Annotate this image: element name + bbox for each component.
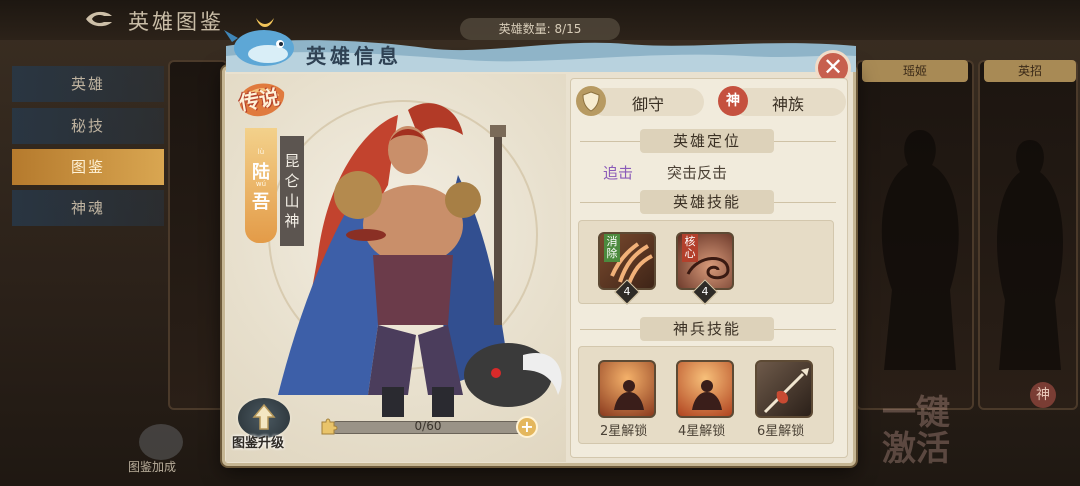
whale-mascot-icon xyxy=(224,18,294,66)
divine-badge-icon: 神 xyxy=(1030,382,1056,408)
divine-race-icon: 神 xyxy=(718,86,748,116)
back-arrow-icon[interactable] xyxy=(82,6,116,32)
modal-title: 英雄信息 xyxy=(306,44,402,68)
shield-icon xyxy=(576,86,606,116)
codex-progress-label: 0/60 xyxy=(414,419,442,433)
bg-card-label: 英招 xyxy=(984,60,1076,82)
position-section-header: 英雄定位 xyxy=(640,129,774,153)
skill-level-text: 4 xyxy=(623,285,631,298)
meditating-figure-icon[interactable] xyxy=(676,360,734,418)
bg-hero-card xyxy=(168,60,228,410)
codex-upgrade-label[interactable]: 图鉴升级 xyxy=(232,432,284,451)
skill-level-text: 4 xyxy=(701,285,709,298)
weapon-skills-header: 神兵技能 xyxy=(640,317,774,341)
page-title: 英雄图鉴 xyxy=(128,10,224,34)
tab-divine-soul[interactable]: 神魂 xyxy=(12,190,164,226)
puzzle-piece-icon xyxy=(321,418,338,435)
spear-strike-icon[interactable] xyxy=(755,360,813,418)
codex-bonus-icon[interactable] xyxy=(139,424,183,460)
bg-hero-silhouette xyxy=(881,130,959,370)
add-progress-button[interactable]: + xyxy=(516,416,538,438)
weapon-skill-unlock-label: 2星解锁 xyxy=(600,424,648,439)
race-tag-label: 神族 xyxy=(772,95,805,114)
weapon-skill-unlock-label: 6星解锁 xyxy=(757,424,805,439)
upgrade-arrow-icon xyxy=(252,403,276,430)
hero-skills-header: 英雄技能 xyxy=(640,190,774,214)
codex-bonus-label[interactable]: 图鉴加成 xyxy=(128,458,176,475)
tab-hero[interactable]: 英雄 xyxy=(12,66,164,102)
weapon-skill-unlock-label: 4星解锁 xyxy=(678,424,726,439)
bg-card-label: 瑶姬 xyxy=(862,60,968,82)
tab-codex[interactable]: 图鉴 xyxy=(12,149,164,185)
position-primary-label: 追击 xyxy=(603,164,634,182)
meditating-figure-icon[interactable] xyxy=(598,360,656,418)
tab-secret-skill[interactable]: 秘技 xyxy=(12,108,164,144)
bg-hero-silhouette xyxy=(997,140,1063,370)
hero-character-art xyxy=(278,103,562,417)
one-click-activate-button[interactable]: 一键激活 xyxy=(872,395,960,475)
skill-tag-core: 核心 xyxy=(682,234,698,262)
skill-tag-eliminate: 消除 xyxy=(604,234,620,262)
class-tag-label: 御守 xyxy=(632,95,665,114)
position-secondary-label: 突击反击 xyxy=(667,164,728,182)
